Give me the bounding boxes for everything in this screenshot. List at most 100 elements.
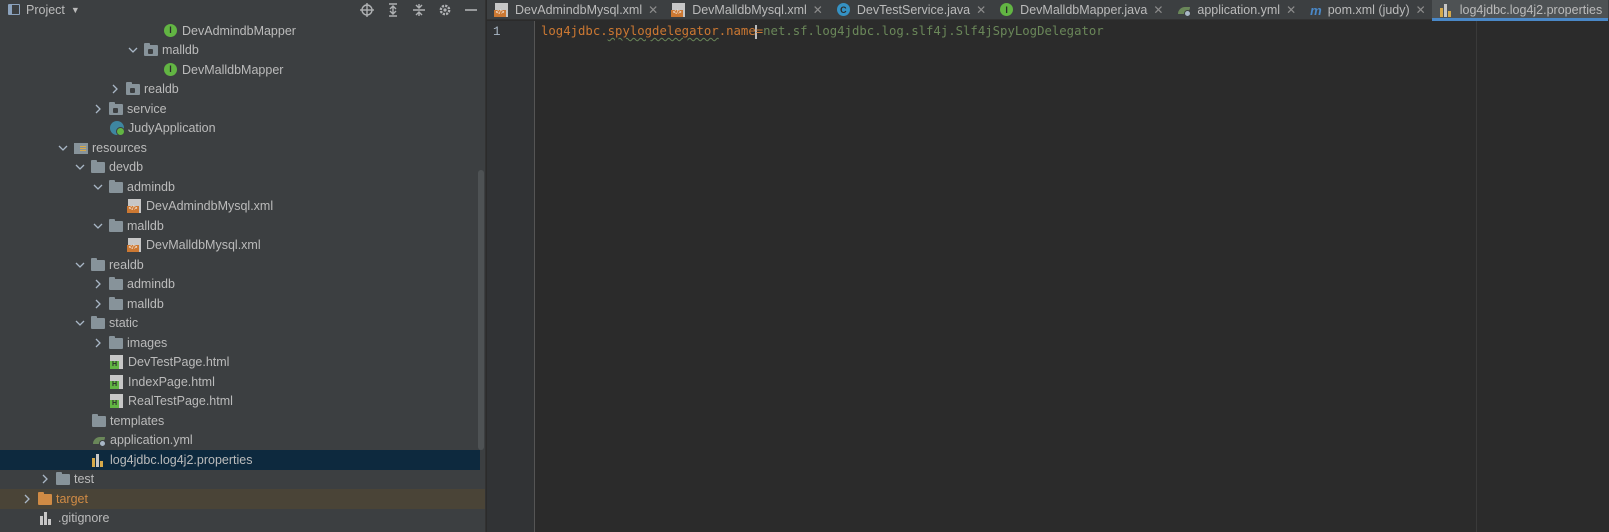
property-key: log4jdbc.spylogdelegator.name <box>541 24 756 38</box>
collapse-all-icon[interactable] <box>412 3 426 17</box>
tree-item-devtestpage-html[interactable]: DevTestPage.html <box>0 353 480 373</box>
spring-boot-app-icon <box>110 121 125 137</box>
tree-item-templates[interactable]: templates <box>0 411 480 431</box>
project-view-selector[interactable]: Project ▼ <box>8 3 80 17</box>
spring-yml-icon <box>92 433 107 448</box>
folder-icon <box>56 472 71 486</box>
tab-devtestservice-java[interactable]: C DevTestService.java ✕ <box>829 0 992 20</box>
property-value: net.sf.log4jdbc.log.slf4j.Slf4jSpyLogDel… <box>763 24 1104 38</box>
project-panel: Project ▼ I DevAdmindbMapper malldb I De… <box>0 0 486 532</box>
close-icon[interactable]: ✕ <box>648 3 658 17</box>
package-folder-icon <box>126 82 141 96</box>
tree-item-application-yml[interactable]: application.yml <box>0 431 480 451</box>
project-tree: I DevAdmindbMapper malldb I DevMalldbMap… <box>0 19 485 532</box>
chevron-right-icon[interactable] <box>91 102 105 116</box>
folder-icon <box>109 179 124 194</box>
line-number: 1 <box>493 25 501 39</box>
locate-icon[interactable] <box>360 2 374 17</box>
chevron-right-icon[interactable] <box>91 297 105 311</box>
tree-item-static[interactable]: static <box>0 314 480 334</box>
tab-application-yml[interactable]: application.yml ✕ <box>1169 0 1302 20</box>
tree-item-realdb-admindb[interactable]: admindb <box>0 275 480 295</box>
tree-item-realdb[interactable]: realdb <box>0 255 480 275</box>
interface-icon: I <box>1000 3 1015 17</box>
chevron-right-icon[interactable] <box>38 472 52 486</box>
html-file-icon <box>110 374 125 389</box>
package-folder-icon <box>144 43 159 57</box>
interface-icon: I <box>164 23 179 38</box>
tree-item-devdb[interactable]: devdb <box>0 158 480 178</box>
expand-all-icon[interactable] <box>386 2 400 17</box>
folder-icon <box>91 316 106 330</box>
close-icon[interactable]: ✕ <box>1153 3 1163 17</box>
project-panel-header: Project ▼ <box>0 0 485 19</box>
chevron-right-icon[interactable] <box>91 336 105 350</box>
close-icon[interactable]: ✕ <box>976 3 986 17</box>
tree-item-devadmindbmysql-xml[interactable]: DevAdmindbMysql.xml <box>0 197 480 217</box>
close-icon[interactable]: ✕ <box>813 3 823 17</box>
project-title: Project <box>26 2 65 17</box>
tree-item-images[interactable]: images <box>0 333 480 353</box>
chevron-down-icon[interactable] <box>91 180 105 194</box>
tab-devmalldbmapper-java[interactable]: I DevMalldbMapper.java ✕ <box>992 0 1169 20</box>
xml-file-icon <box>671 3 687 17</box>
tree-scrollbar-thumb[interactable] <box>478 170 484 450</box>
properties-file-icon <box>1439 3 1455 17</box>
tab-pom-xml[interactable]: m pom.xml (judy) ✕ <box>1302 0 1432 20</box>
spellcheck-word: spylogdelegator <box>607 24 719 38</box>
close-icon[interactable]: ✕ <box>1416 3 1426 17</box>
folder-icon <box>109 277 124 291</box>
right-margin-guide <box>1476 21 1477 532</box>
excluded-folder-icon <box>38 491 53 506</box>
tree-item-devmalldbmapper[interactable]: I DevMalldbMapper <box>0 60 480 80</box>
text-file-icon <box>40 511 55 526</box>
chevron-down-icon[interactable] <box>126 43 140 57</box>
folder-icon <box>91 257 106 272</box>
chevron-down-icon[interactable] <box>91 219 105 233</box>
tree-item-resources[interactable]: resources <box>0 138 480 158</box>
tree-item-realdb-malldb[interactable]: malldb <box>0 294 480 314</box>
tree-item-admindb[interactable]: admindb <box>0 177 480 197</box>
tab-devmalldbmysql-xml[interactable]: DevMalldbMysql.xml ✕ <box>664 0 829 20</box>
tree-item-realtestpage-html[interactable]: RealTestPage.html <box>0 392 480 412</box>
tree-item-judyapplication[interactable]: JudyApplication <box>0 119 480 139</box>
tab-devadmindbmysql-xml[interactable]: DevAdmindbMysql.xml ✕ <box>487 0 664 20</box>
editor-area: DevAdmindbMysql.xml ✕ DevMalldbMysql.xml… <box>487 0 1609 532</box>
chevron-right-icon[interactable] <box>108 82 122 96</box>
line-number-gutter: 1 <box>487 21 535 532</box>
spring-yml-icon <box>1177 3 1192 17</box>
gear-icon[interactable] <box>438 3 452 17</box>
project-icon <box>8 4 20 15</box>
chevron-down-icon[interactable] <box>56 141 70 155</box>
chevron-down-icon[interactable] <box>73 160 87 174</box>
xml-file-icon <box>494 3 510 17</box>
folder-icon <box>109 296 124 311</box>
tree-item-service-package[interactable]: service <box>0 99 480 119</box>
tree-item-indexpage-html[interactable]: IndexPage.html <box>0 372 480 392</box>
chevron-down-icon[interactable] <box>73 258 87 272</box>
editor-tab-bar: DevAdmindbMysql.xml ✕ DevMalldbMysql.xml… <box>487 0 1609 21</box>
tree-item-devmalldbmysql-xml[interactable]: DevMalldbMysql.xml <box>0 236 480 256</box>
folder-icon <box>91 160 106 174</box>
tree-item-gitignore[interactable]: .gitignore <box>0 509 480 529</box>
tree-item-target[interactable]: target <box>0 489 485 509</box>
folder-icon <box>109 335 124 350</box>
chevron-right-icon[interactable] <box>20 492 34 506</box>
tree-item-malldb-package[interactable]: malldb <box>0 41 480 61</box>
interface-icon: I <box>164 62 179 77</box>
tab-log4jdbc-properties[interactable]: log4jdbc.log4j2.properties <box>1431 0 1609 21</box>
tree-item-devadmindbmapper[interactable]: I DevAdmindbMapper <box>0 21 480 41</box>
tree-item-test[interactable]: test <box>0 470 480 490</box>
maven-icon: m <box>1310 2 1322 18</box>
xml-file-icon <box>127 238 143 253</box>
hide-panel-icon[interactable] <box>464 3 478 17</box>
code-line[interactable]: log4jdbc.spylogdelegator.name=net.sf.log… <box>541 24 1104 39</box>
tree-item-realdb-package[interactable]: realdb <box>0 80 480 100</box>
tree-item-log4jdbc-properties[interactable]: log4jdbc.log4j2.properties <box>0 450 480 470</box>
chevron-right-icon[interactable] <box>91 277 105 291</box>
tree-item-malldb[interactable]: malldb <box>0 216 480 236</box>
close-icon[interactable]: ✕ <box>1286 3 1296 17</box>
package-folder-icon <box>109 101 124 116</box>
chevron-down-icon[interactable] <box>73 316 87 330</box>
xml-file-icon <box>127 199 143 214</box>
